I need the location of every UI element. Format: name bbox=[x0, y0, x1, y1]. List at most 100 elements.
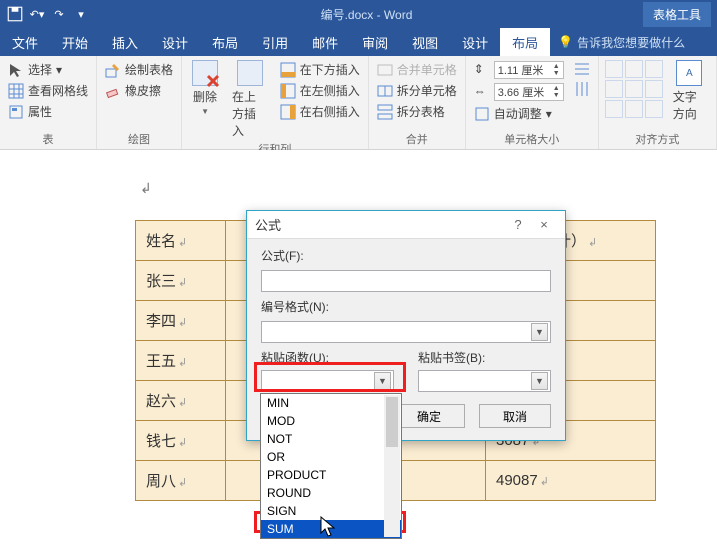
tab-review[interactable]: 审阅 bbox=[350, 28, 400, 56]
close-button[interactable]: × bbox=[531, 217, 557, 232]
list-item[interactable]: NOT bbox=[261, 430, 401, 448]
height-spinner[interactable]: 1.11 厘米▲▼ bbox=[494, 61, 564, 79]
align-mr-icon[interactable] bbox=[645, 80, 663, 98]
ribbon: 选择 ▾ 查看网格线 属性 表 绘制表格 橡皮擦 绘图 删除▼ 在上方插入 在下… bbox=[0, 56, 717, 150]
group-cell-size: ⇕1.11 厘米▲▼ ⇔3.66 厘米▲▼ 自动调整 ▾ 单元格大小 bbox=[466, 56, 599, 149]
dist-rows-icon bbox=[574, 61, 590, 77]
bulb-icon: 💡 bbox=[558, 35, 573, 49]
tab-home[interactable]: 开始 bbox=[50, 28, 100, 56]
row-height[interactable]: ⇕1.11 厘米▲▼ bbox=[472, 60, 566, 80]
row-below-icon bbox=[280, 62, 296, 78]
split-cells-button[interactable]: 拆分单元格 bbox=[375, 81, 459, 100]
align-ml-icon[interactable] bbox=[605, 80, 623, 98]
tab-view[interactable]: 视图 bbox=[400, 28, 450, 56]
list-item[interactable]: PRODUCT bbox=[261, 466, 401, 484]
grid-icon bbox=[8, 83, 24, 99]
height-icon: ⇕ bbox=[474, 62, 490, 78]
help-button[interactable]: ? bbox=[505, 217, 531, 232]
align-tr-icon[interactable] bbox=[645, 60, 663, 78]
align-tl-icon[interactable] bbox=[605, 60, 623, 78]
distribute-rows-button[interactable] bbox=[572, 60, 592, 78]
group-rows-cols: 删除▼ 在上方插入 在下方插入 在左侧插入 在右侧插入 行和列 bbox=[182, 56, 369, 149]
list-item[interactable]: SIGN bbox=[261, 502, 401, 520]
alignment-grid[interactable] bbox=[605, 60, 663, 118]
align-bc-icon[interactable] bbox=[625, 100, 643, 118]
paste-function-label: 粘贴函数(U): bbox=[261, 349, 394, 366]
format-combo[interactable]: ▼ bbox=[261, 321, 551, 343]
merge-cells-button[interactable]: 合并单元格 bbox=[375, 60, 459, 79]
chevron-down-icon: ▼ bbox=[374, 372, 391, 390]
text-direction-button[interactable]: A文字方向 bbox=[669, 60, 710, 122]
distribute-cols-button[interactable] bbox=[572, 80, 592, 98]
width-icon: ⇔ bbox=[474, 84, 490, 100]
col-right-icon bbox=[280, 104, 296, 120]
dist-cols-icon bbox=[574, 81, 590, 97]
scrollbar[interactable] bbox=[384, 395, 400, 537]
chevron-down-icon: ▼ bbox=[531, 372, 548, 390]
insert-right-button[interactable]: 在右侧插入 bbox=[278, 102, 362, 121]
list-item[interactable]: OR bbox=[261, 448, 401, 466]
title-bar: ↶▾ ↷ ▾ 编号.docx - Word 表格工具 bbox=[0, 0, 717, 28]
merge-icon bbox=[377, 62, 393, 78]
paste-function-combo[interactable]: ▼ bbox=[261, 370, 394, 392]
tab-table-layout[interactable]: 布局 bbox=[500, 28, 550, 56]
eraser-icon bbox=[105, 83, 121, 99]
select-button[interactable]: 选择 ▾ bbox=[6, 60, 90, 79]
list-item[interactable]: MOD bbox=[261, 412, 401, 430]
qat-more-icon[interactable]: ▾ bbox=[72, 5, 90, 23]
draw-table-button[interactable]: 绘制表格 bbox=[103, 60, 175, 79]
align-tc-icon[interactable] bbox=[625, 60, 643, 78]
formula-input[interactable] bbox=[261, 270, 551, 292]
text-direction-icon: A bbox=[676, 60, 702, 86]
width-spinner[interactable]: 3.66 厘米▲▼ bbox=[494, 83, 564, 101]
autofit-button[interactable]: 自动调整 ▾ bbox=[472, 104, 566, 123]
properties-button[interactable]: 属性 bbox=[6, 102, 90, 121]
view-gridlines-button[interactable]: 查看网格线 bbox=[6, 81, 90, 100]
list-item[interactable]: MIN bbox=[261, 394, 401, 412]
align-br-icon[interactable] bbox=[645, 100, 663, 118]
tab-design[interactable]: 设计 bbox=[150, 28, 200, 56]
ok-button[interactable]: 确定 bbox=[393, 404, 465, 428]
formula-label: 公式(F): bbox=[261, 247, 551, 264]
tab-insert[interactable]: 插入 bbox=[100, 28, 150, 56]
chevron-down-icon: ▼ bbox=[531, 323, 548, 341]
paste-bookmark-combo[interactable]: ▼ bbox=[418, 370, 551, 392]
pointer-icon bbox=[8, 62, 24, 78]
split-icon bbox=[377, 83, 393, 99]
col-width[interactable]: ⇔3.66 厘米▲▼ bbox=[472, 82, 566, 102]
function-dropdown[interactable]: MIN MOD NOT OR PRODUCT ROUND SIGN SUM bbox=[260, 393, 402, 539]
tab-layout[interactable]: 布局 bbox=[200, 28, 250, 56]
eraser-button[interactable]: 橡皮擦 bbox=[103, 81, 175, 100]
cancel-button[interactable]: 取消 bbox=[479, 404, 551, 428]
delete-button[interactable]: 删除▼ bbox=[188, 60, 222, 116]
insert-below-button[interactable]: 在下方插入 bbox=[278, 60, 362, 79]
group-merge: 合并单元格 拆分单元格 拆分表格 合并 bbox=[369, 56, 466, 149]
split-table-button[interactable]: 拆分表格 bbox=[375, 102, 459, 121]
tab-table-design[interactable]: 设计 bbox=[450, 28, 500, 56]
dialog-titlebar[interactable]: 公式 ? × bbox=[247, 211, 565, 239]
insert-above-icon bbox=[237, 60, 263, 86]
pencil-icon bbox=[105, 62, 121, 78]
save-icon[interactable] bbox=[6, 5, 24, 23]
group-draw: 绘制表格 橡皮擦 绘图 bbox=[97, 56, 182, 149]
paste-bookmark-label: 粘贴书签(B): bbox=[418, 349, 551, 366]
insert-left-button[interactable]: 在左侧插入 bbox=[278, 81, 362, 100]
col-left-icon bbox=[280, 83, 296, 99]
tab-file[interactable]: 文件 bbox=[0, 28, 50, 56]
tab-references[interactable]: 引用 bbox=[250, 28, 300, 56]
list-item-selected[interactable]: SUM bbox=[261, 520, 401, 538]
align-mc-icon[interactable] bbox=[625, 80, 643, 98]
tab-mailings[interactable]: 邮件 bbox=[300, 28, 350, 56]
properties-icon bbox=[8, 104, 24, 120]
insert-above-button[interactable]: 在上方插入 bbox=[228, 60, 272, 139]
autofit-icon bbox=[474, 106, 490, 122]
ribbon-tabs: 文件 开始 插入 设计 布局 引用 邮件 审阅 视图 设计 布局 💡 告诉我您想… bbox=[0, 28, 717, 56]
undo-icon[interactable]: ↶▾ bbox=[28, 5, 46, 23]
align-bl-icon[interactable] bbox=[605, 100, 623, 118]
header-name: 姓名↲ bbox=[136, 221, 226, 261]
tell-me[interactable]: 💡 告诉我您想要做什么 bbox=[558, 28, 685, 56]
paragraph-mark-icon: ↲ bbox=[140, 180, 152, 197]
list-item[interactable]: ROUND bbox=[261, 484, 401, 502]
redo-icon[interactable]: ↷ bbox=[50, 5, 68, 23]
group-alignment: A文字方向 对齐方式 bbox=[599, 56, 717, 149]
